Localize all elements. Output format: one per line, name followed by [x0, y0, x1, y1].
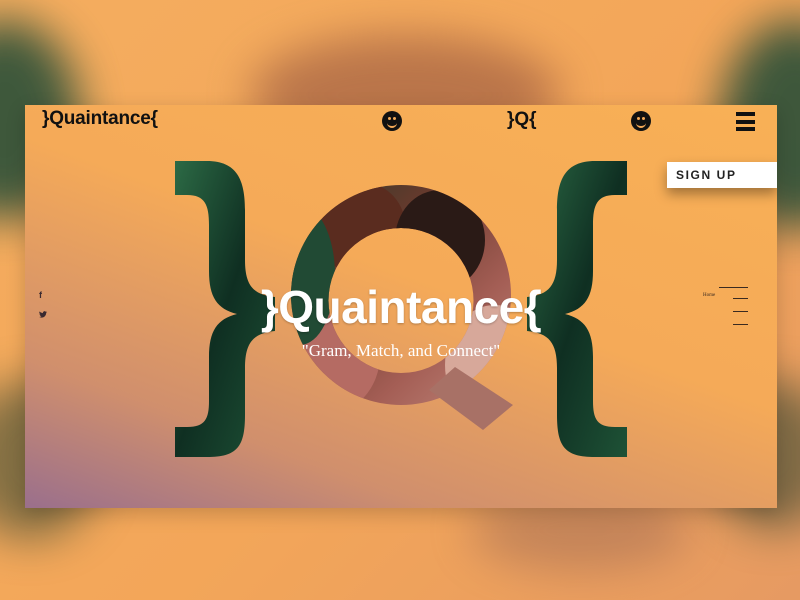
brand-logo[interactable]: }Quaintance{: [42, 108, 158, 130]
hamburger-icon[interactable]: [736, 112, 755, 131]
smiley-icon[interactable]: [382, 111, 402, 131]
smiley-icon[interactable]: [631, 111, 651, 131]
hero-title: }Quaintance{: [260, 281, 542, 333]
sign-up-button[interactable]: SIGN UP: [667, 162, 777, 188]
hero-tagline: "Gram, Match, and Connect": [301, 341, 501, 360]
brand-mark[interactable]: }Q{: [507, 109, 537, 131]
landing-page: }Quaintance{ }Q{ SIGN UP f Home }Quainta…: [25, 105, 777, 508]
top-navigation-bar: }Quaintance{ }Q{: [25, 105, 777, 135]
